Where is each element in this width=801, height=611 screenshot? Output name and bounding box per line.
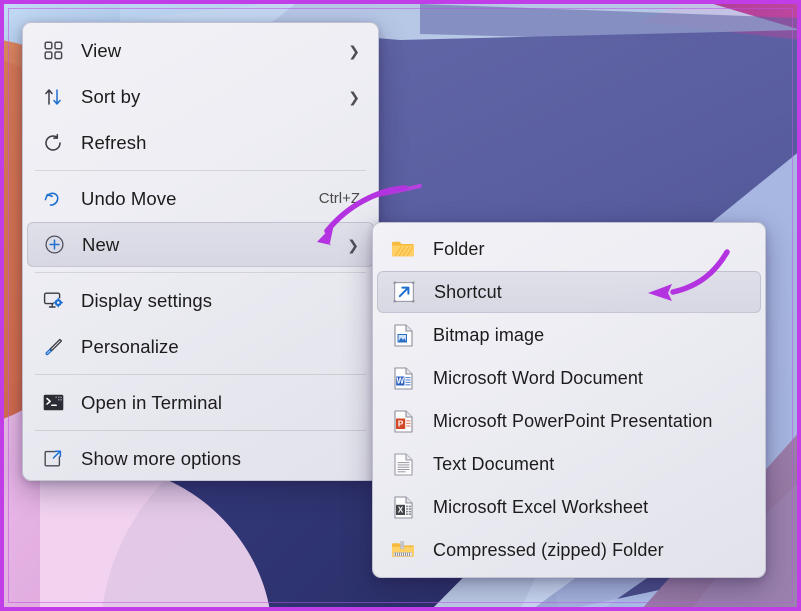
chevron-right-icon: ❯: [347, 236, 359, 253]
menu-item-label: Undo Move: [81, 187, 177, 209]
menu-item-label: New: [82, 233, 120, 255]
submenu-item-shortcut[interactable]: Shortcut: [377, 271, 761, 313]
menu-item-undo-move[interactable]: Undo Move Ctrl+Z: [27, 176, 374, 221]
menu-item-label: Show more options: [81, 447, 242, 469]
submenu-item-compressed-folder[interactable]: Compressed (zipped) Folder: [377, 529, 761, 571]
submenu-item-label: Microsoft PowerPoint Presentation: [433, 410, 713, 431]
shortcut-icon: [386, 278, 422, 306]
menu-separator: [35, 430, 366, 431]
menu-item-sort-by[interactable]: Sort by ❯: [27, 74, 374, 119]
show-more-options-icon: [35, 445, 71, 473]
folder-icon: [385, 235, 421, 263]
menu-item-open-in-terminal[interactable]: Open in Terminal: [27, 380, 374, 425]
plus-circle-icon: [36, 231, 72, 259]
menu-item-refresh[interactable]: Refresh: [27, 120, 374, 165]
excel-icon: X: [385, 493, 421, 521]
text-document-icon: [385, 450, 421, 478]
monitor-gear-icon: [35, 287, 71, 315]
terminal-icon: [35, 389, 71, 417]
menu-separator: [35, 170, 366, 171]
menu-separator: [35, 374, 366, 375]
submenu-item-label: Text Document: [433, 453, 555, 474]
submenu-item-folder[interactable]: Folder: [377, 228, 761, 270]
bitmap-image-icon: [385, 321, 421, 349]
submenu-item-label: Shortcut: [434, 281, 502, 302]
menu-item-shortcut: Ctrl+Z: [318, 190, 360, 207]
sort-arrows-icon: [35, 83, 71, 111]
zip-folder-icon: [385, 536, 421, 564]
svg-text:W: W: [396, 376, 404, 385]
submenu-item-label: Bitmap image: [433, 324, 545, 345]
svg-text:P: P: [397, 419, 403, 428]
paintbrush-icon: [35, 333, 71, 361]
menu-item-show-more-options[interactable]: Show more options: [27, 436, 374, 480]
submenu-item-bitmap-image[interactable]: Bitmap image: [377, 314, 761, 356]
submenu-item-powerpoint-presentation[interactable]: P Microsoft PowerPoint Presentation: [377, 400, 761, 442]
new-submenu[interactable]: Folder Shortcut Bitmap image W Microsoft…: [372, 222, 766, 578]
menu-item-personalize[interactable]: Personalize: [27, 324, 374, 369]
chevron-right-icon: ❯: [348, 42, 360, 59]
chevron-right-icon: ❯: [348, 88, 360, 105]
submenu-item-excel-worksheet[interactable]: X Microsoft Excel Worksheet: [377, 486, 761, 528]
menu-item-label: Refresh: [81, 131, 147, 153]
menu-item-label: Sort by: [81, 85, 141, 107]
powerpoint-icon: P: [385, 407, 421, 435]
menu-item-display-settings[interactable]: Display settings: [27, 278, 374, 323]
menu-item-label: Personalize: [81, 335, 179, 357]
undo-icon: [35, 185, 71, 213]
menu-item-view[interactable]: View ❯: [27, 28, 374, 73]
svg-text:X: X: [397, 505, 403, 514]
submenu-item-label: Microsoft Excel Worksheet: [433, 496, 649, 517]
grid-view-icon: [35, 37, 71, 65]
menu-item-new[interactable]: New ❯: [27, 222, 374, 267]
submenu-item-text-document[interactable]: Text Document: [377, 443, 761, 485]
submenu-item-label: Folder: [433, 238, 485, 259]
submenu-item-word-document[interactable]: W Microsoft Word Document: [377, 357, 761, 399]
submenu-item-label: Microsoft Word Document: [433, 367, 644, 388]
menu-item-label: Display settings: [81, 289, 213, 311]
word-doc-icon: W: [385, 364, 421, 392]
menu-separator: [35, 272, 366, 273]
menu-item-label: Open in Terminal: [81, 391, 223, 413]
submenu-item-label: Compressed (zipped) Folder: [433, 539, 664, 560]
refresh-icon: [35, 129, 71, 157]
screenshot-root: View ❯ Sort by ❯ Refresh Undo Move Ctrl+…: [0, 0, 801, 611]
menu-item-label: View: [81, 39, 122, 61]
desktop-context-menu[interactable]: View ❯ Sort by ❯ Refresh Undo Move Ctrl+…: [22, 22, 379, 481]
